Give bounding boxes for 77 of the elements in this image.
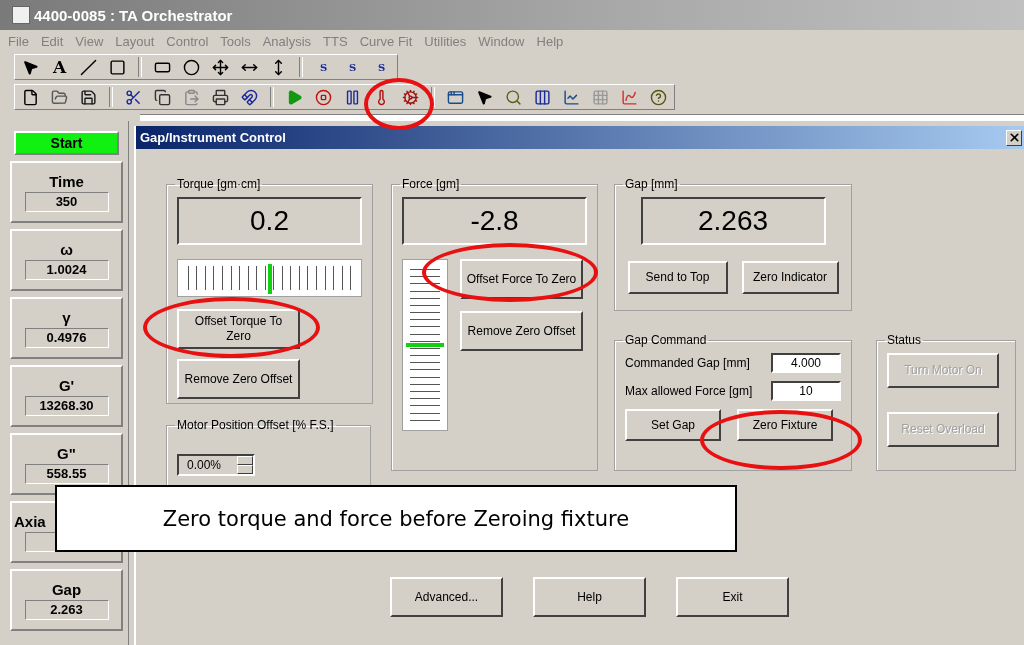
offset-button[interactable]: Offset Torque To Zero [177,309,300,349]
offset-button[interactable]: Remove Zero Offset [177,359,300,399]
close-button[interactable] [1006,129,1022,146]
style-button[interactable]: S [368,56,395,78]
spin-down-button[interactable] [237,465,253,474]
spin-field[interactable]: 0.00% [177,454,255,476]
search-icon [505,88,522,106]
force-reading: -2.8 [402,197,587,245]
readout-value: 0.4976 [24,327,109,348]
group-title: Force [gm] [401,177,461,191]
readout-label: γ [62,308,71,326]
readout-value: 1.0024 [24,259,109,280]
move-icon [212,58,229,76]
group-title: Motor Position Offset [% F.S.] [176,418,335,432]
readout-value: 13268.30 [24,395,109,416]
scissors-icon [125,88,142,106]
group-title: Gap [mm] [624,177,679,191]
readout-label: Axia [13,512,46,530]
grid-icon [592,88,609,106]
rectangle-icon [109,58,126,76]
dialog-title: Gap/Instrument Control [140,130,286,145]
readout-label: G' [58,376,75,394]
save-icon [80,88,97,106]
group-title: Torque [gm·cm] [176,177,262,191]
app-icon [12,6,30,24]
curve-chart-icon [621,88,638,106]
offset-button[interactable]: Remove Zero Offset [460,311,583,351]
pointer-icon [22,58,39,76]
style-button[interactable]: S [310,56,337,78]
ellipse-icon [183,58,200,76]
window-title: 4400-0085 : TA Orchestrator [34,6,233,24]
gap-command-button[interactable]: Set Gap [625,409,721,441]
field-label: Commanded Gap [mm] [625,356,750,370]
readout-label: G" [57,444,76,462]
gap-button[interactable]: Zero Indicator [741,261,839,294]
gap-reading: 2.263 [640,197,826,245]
chart-icon [563,88,580,106]
readout-label: Time [49,172,84,190]
readout-label: ω [60,240,73,258]
line-icon [80,58,97,76]
play-icon [286,88,303,106]
paste-icon [183,88,200,106]
gap-command-button[interactable]: Zero Fixture [737,409,833,441]
spin-up-button[interactable] [237,456,253,465]
columns-icon [534,88,551,106]
group-title: Gap Command [624,333,708,347]
annotation-circle [364,78,434,130]
dialog-button[interactable]: Advanced... [390,577,503,617]
stop-icon [315,88,332,106]
copy-icon [154,88,171,106]
dialog-button[interactable]: Exit [676,577,789,617]
magnet-icon [241,88,258,106]
annotation-caption: Zero torque and force before Zeroing fixture [55,485,737,552]
group-title: Status [886,333,923,347]
readout-value: 558.55 [24,463,109,484]
offset-button[interactable]: Offset Force To Zero [460,259,583,299]
close-icon [1007,131,1021,144]
torque-reading: 0.2 [177,197,362,245]
dialog-button[interactable]: Help [533,577,646,617]
readout-value: 2.263 [24,599,109,620]
new-file-icon [22,88,39,106]
gear-icon [402,88,419,106]
field-label: Max allowed Force [gm] [625,384,753,398]
text-tool-button[interactable]: A [46,56,73,78]
help-icon [650,88,667,106]
number-field[interactable]: 4.000 [771,353,841,373]
number-field[interactable]: 10 [771,381,841,401]
gap-button[interactable]: Send to Top [627,261,728,294]
start-button[interactable]: Start [14,131,119,155]
style-button[interactable]: S [339,56,366,78]
open-folder-icon [51,88,68,106]
readout-label: Gap [51,580,82,598]
window-icon [447,88,464,106]
printer-icon [212,88,229,106]
pause-icon [344,88,361,106]
readout-value: 350 [24,191,109,212]
pointer-icon [476,88,493,106]
